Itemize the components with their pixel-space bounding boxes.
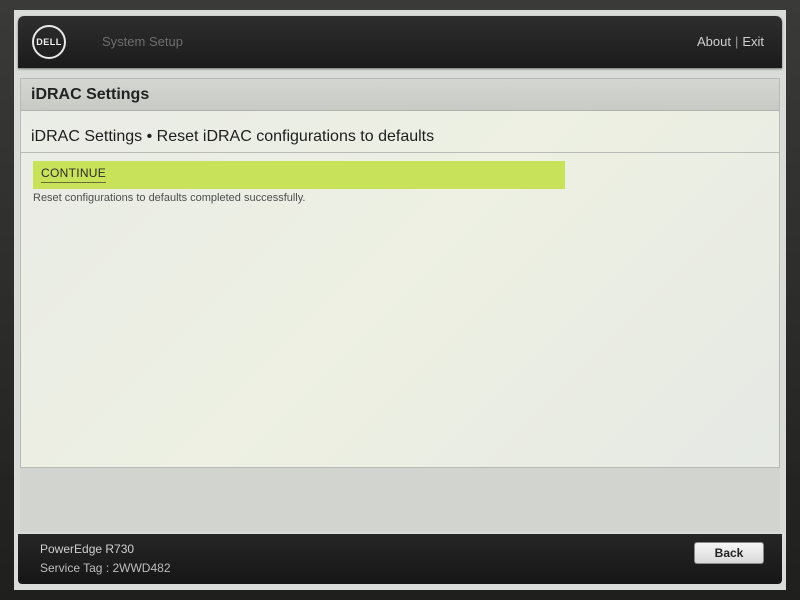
breadcrumb-text: iDRAC Settings • Reset iDRAC configurati… [31,128,435,145]
top-header-bar: DELL System Setup About | Exit [18,16,782,68]
about-link[interactable]: About [697,34,731,49]
app-title: System Setup [102,34,183,49]
continue-button[interactable]: CONTINUE [33,161,565,189]
screen: DELL System Setup About | Exit iDRAC Setti… [14,10,786,590]
continue-label: CONTINUE [41,166,107,183]
link-separator: | [734,34,739,49]
monitor-bezel: DELL System Setup About | Exit iDRAC Setti… [0,0,800,600]
status-message: Reset configurations to defaults complet… [33,192,306,204]
back-button[interactable]: Back [694,542,764,564]
page-title: iDRAC Settings [31,86,150,103]
exit-link[interactable]: Exit [742,34,764,49]
dell-logo-icon: DELL [32,25,66,59]
breadcrumb: iDRAC Settings • Reset iDRAC configurati… [21,123,779,153]
logo-text: DELL [36,37,62,47]
service-tag: Service Tag : 2WWD482 [40,561,171,575]
main-panel: iDRAC Settings iDRAC Settings • Reset iD… [20,78,780,468]
model-name: PowerEdge R730 [40,542,135,556]
lower-empty-area [20,468,780,532]
panel-header: iDRAC Settings [21,79,779,111]
bottom-footer-bar: PowerEdge R730 Service Tag : 2WWD482 Bac… [18,534,782,584]
top-links: About | Exit [697,34,764,49]
